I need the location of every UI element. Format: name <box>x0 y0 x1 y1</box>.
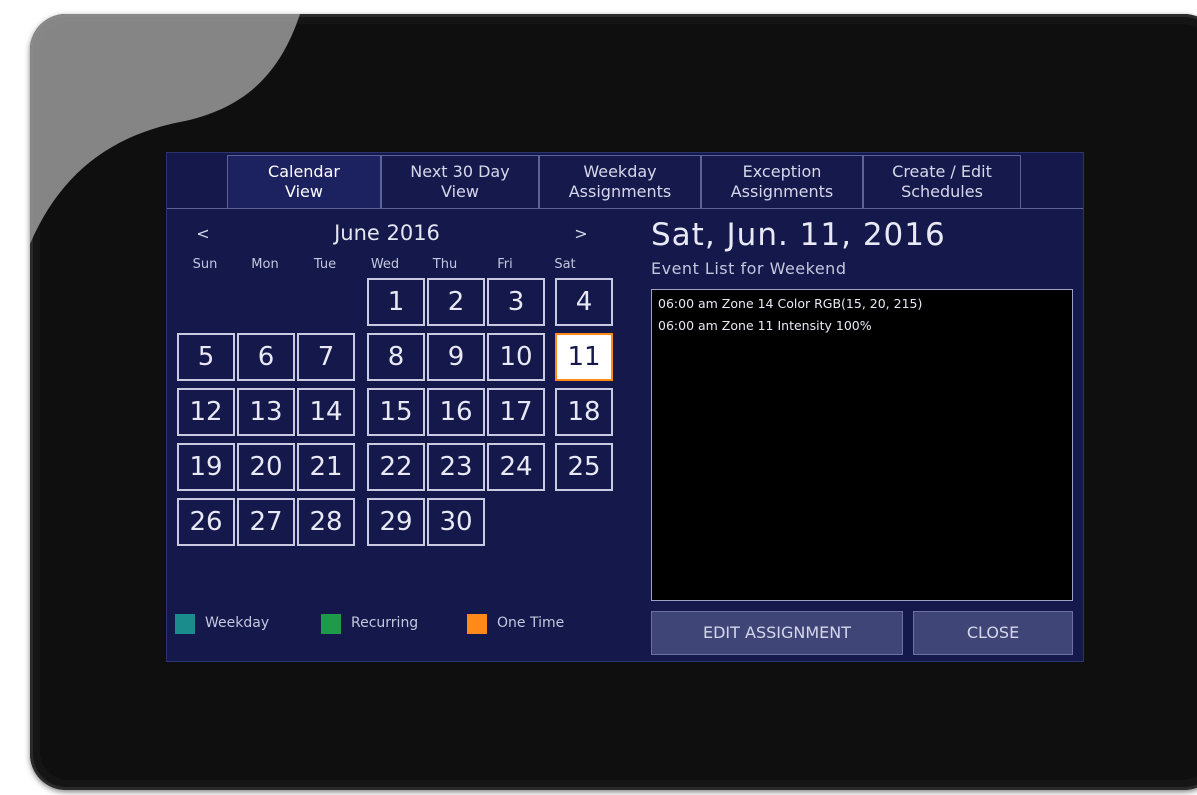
calendar-day[interactable]: 16 <box>427 388 485 436</box>
tab-create-edit-schedules[interactable]: Create / Edit Schedules <box>863 155 1021 209</box>
calendar-day[interactable]: 17 <box>487 388 545 436</box>
selected-date-title: Sat, Jun. 11, 2016 <box>651 217 946 253</box>
calendar-day[interactable]: 3 <box>487 278 545 326</box>
tab-divider <box>167 208 1083 209</box>
calendar-day-selected[interactable]: 11 <box>555 333 613 381</box>
calendar-day[interactable]: 26 <box>177 498 235 546</box>
tab-weekday-assignments[interactable]: Weekday Assignments <box>539 155 701 209</box>
calendar-day[interactable]: 22 <box>367 443 425 491</box>
calendar-day[interactable]: 9 <box>427 333 485 381</box>
event-list-label: Event List for Weekend <box>651 259 847 278</box>
calendar-day[interactable]: 13 <box>237 388 295 436</box>
close-button[interactable]: CLOSE <box>913 611 1073 655</box>
calendar-day[interactable]: 6 <box>237 333 295 381</box>
calendar-day[interactable]: 12 <box>177 388 235 436</box>
weekday-header-sat: Sat <box>554 257 576 272</box>
recurring-legend-swatch <box>321 614 341 634</box>
tab-exception-assignments[interactable]: Exception Assignments <box>701 155 863 209</box>
weekday-legend-swatch <box>175 614 195 634</box>
calendar-day[interactable]: 10 <box>487 333 545 381</box>
calendar-day[interactable]: 1 <box>367 278 425 326</box>
weekday-header-fri: Fri <box>497 257 513 272</box>
calendar-day[interactable]: 25 <box>555 443 613 491</box>
calendar-day[interactable]: 30 <box>427 498 485 546</box>
one-time-legend-swatch <box>467 614 487 634</box>
calendar-day[interactable]: 5 <box>177 333 235 381</box>
calendar-day[interactable]: 2 <box>427 278 485 326</box>
calendar-day[interactable]: 29 <box>367 498 425 546</box>
tab-calendar-view[interactable]: Calendar View <box>227 155 381 209</box>
calendar-day[interactable]: 21 <box>297 443 355 491</box>
next-month-button[interactable]: > <box>569 223 593 245</box>
calendar-day[interactable]: 27 <box>237 498 295 546</box>
calendar-day[interactable]: 14 <box>297 388 355 436</box>
weekday-header-thu: Thu <box>432 257 458 272</box>
month-title: June 2016 <box>334 221 440 245</box>
edit-assignment-button[interactable]: EDIT ASSIGNMENT <box>651 611 903 655</box>
event-list[interactable]: 06:00 am Zone 14 Color RGB(15, 20, 215) … <box>651 289 1073 601</box>
recurring-legend-label: Recurring <box>351 615 419 631</box>
event-item[interactable]: 06:00 am Zone 14 Color RGB(15, 20, 215) <box>658 294 1066 316</box>
weekday-header-sun: Sun <box>192 257 218 272</box>
weekday-header-wed: Wed <box>370 257 400 272</box>
prev-month-button[interactable]: < <box>191 223 215 245</box>
scheduler-screen: Calendar View Next 30 Day View Weekday A… <box>166 152 1084 662</box>
tab-bar: Calendar View Next 30 Day View Weekday A… <box>167 153 1083 209</box>
calendar-day[interactable]: 20 <box>237 443 295 491</box>
weekday-legend-label: Weekday <box>205 615 270 631</box>
calendar-day[interactable]: 4 <box>555 278 613 326</box>
weekday-header-mon: Mon <box>251 257 279 272</box>
weekday-header-tue: Tue <box>313 257 337 272</box>
calendar-day[interactable]: 19 <box>177 443 235 491</box>
tab-next-30-day-view[interactable]: Next 30 Day View <box>381 155 539 209</box>
calendar-day[interactable]: 28 <box>297 498 355 546</box>
event-item[interactable]: 06:00 am Zone 11 Intensity 100% <box>658 316 1066 338</box>
calendar-day[interactable]: 8 <box>367 333 425 381</box>
one-time-legend-label: One Time <box>497 615 565 631</box>
calendar-day[interactable]: 7 <box>297 333 355 381</box>
calendar-day[interactable]: 24 <box>487 443 545 491</box>
calendar-day[interactable]: 15 <box>367 388 425 436</box>
calendar-day[interactable]: 18 <box>555 388 613 436</box>
calendar-day[interactable]: 23 <box>427 443 485 491</box>
